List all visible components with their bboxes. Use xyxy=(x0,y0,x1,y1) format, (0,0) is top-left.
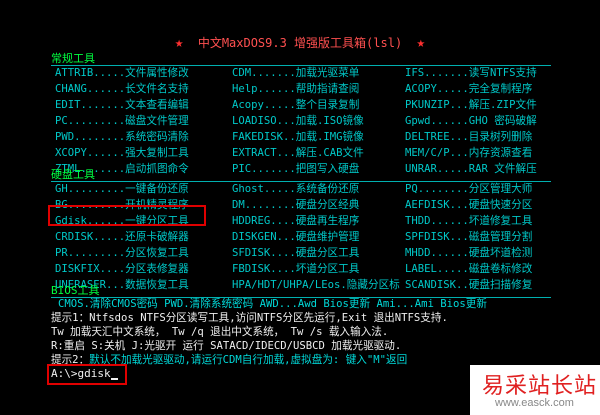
tool-entry: Acopy.....整个目录复制 xyxy=(232,99,360,111)
tool-entry: DISKFIX....分区表修复器 xyxy=(55,263,189,275)
tool-entry: ATTRIB.....文件属性修改 xyxy=(55,67,189,79)
tip2-text: 默认不加载光驱驱动,请运行CDM自行加载,虚拟盘为: 键入"M"返回 xyxy=(89,354,408,366)
star-icon: ★ xyxy=(416,35,426,51)
tool-entry: CDM.......加载光驱菜单 xyxy=(232,67,360,79)
tool-entry: PQ........分区管理大师 xyxy=(405,183,533,195)
window-title: ★ 中文MaxDOS9.3 增强版工具箱(lsl) ★ xyxy=(0,34,600,51)
tool-entry: SFDISK....硬盘分区工具 xyxy=(232,247,360,259)
tool-entry: CHANG......长文件名支持 xyxy=(55,83,189,95)
tip1-text: Ntfsdos NTFS分区读写工具,访问NTFS分区先运行,Exit 退出NT… xyxy=(89,312,448,324)
tool-entry: MHDD......硬盘坏道检测 xyxy=(405,247,533,259)
disk-tools-grid: GH.........一键备份还原 Ghost.....系统备份还原 PQ.....… xyxy=(55,181,545,293)
highlight-box-gdisk xyxy=(48,205,206,226)
tool-entry: HPA/HDT/UHPA/LEos.隐藏分区标 xyxy=(232,279,400,291)
tw-line: Tw 加载天汇中文系统， Tw /q 退出中文系统， Tw /s 载入输入法. xyxy=(51,326,389,338)
tool-entry: FBDISK....坏道分区工具 xyxy=(232,263,360,275)
tool-entry: PWD........系统密码清除 xyxy=(55,131,189,143)
tool-entry: GH.........一键备份还原 xyxy=(55,183,189,195)
tool-entry: EDIT.......文本查看编辑 xyxy=(55,99,189,111)
watermark-url: www.easck.com xyxy=(495,397,574,409)
tool-entry: HDDREG....硬盘再生程序 xyxy=(232,215,360,227)
tool-entry: MEM/C/P...内存资源查看 xyxy=(405,147,533,159)
tool-entry: LABEL.....磁盘卷标修改 xyxy=(405,263,533,275)
tool-entry: Gpwd......GHO 密码破解 xyxy=(405,115,537,127)
title-text: 中文MaxDOS9.3 增强版工具箱(lsl) xyxy=(197,36,403,50)
tool-entry: ACOPY.....完全复制程序 xyxy=(405,83,533,95)
section-label-bios: BIOS工具 xyxy=(51,284,100,297)
highlight-box-prompt xyxy=(47,364,127,385)
tool-entry: THDD......坏道修复工具 xyxy=(405,215,533,227)
tool-entry: LOADISO...加载.ISO镜像 xyxy=(232,115,364,127)
watermark-logo: 易采站长站 xyxy=(482,374,598,399)
general-tools-grid: ATTRIB.....文件属性修改 CDM.......加载光驱菜单 IFS....… xyxy=(55,65,545,177)
tool-entry: DISKGEN...硬盘维护管理 xyxy=(232,231,360,243)
section-label-general: 常规工具 xyxy=(51,52,95,65)
tool-entry: AEFDISK...硬盘快速分区 xyxy=(405,199,533,211)
star-icon: ★ xyxy=(174,35,184,51)
tip1-line: 提示1：Ntfsdos NTFS分区读写工具,访问NTFS分区先运行,Exit … xyxy=(51,311,448,326)
tool-entry: UNRAR.....RAR 文件解压 xyxy=(405,163,537,175)
tool-entry: Help......帮助指请查阅 xyxy=(232,83,360,95)
tool-entry: DELTREE...目录树列删除 xyxy=(405,131,533,143)
tool-entry: DM........硬盘分区经典 xyxy=(232,199,360,211)
tool-entry: SPFDISK...磁盘管理分割 xyxy=(405,231,533,243)
tool-entry: PIC.......把图写入硬盘 xyxy=(232,163,360,175)
tool-entry: EXTRACT...解压.CAB文件 xyxy=(232,147,364,159)
tool-entry: XCOPY......强大复制工具 xyxy=(55,147,189,159)
tool-entry: FAKEDISK..加载.IMG镜像 xyxy=(232,131,364,143)
tool-entry: Ghost.....系统备份还原 xyxy=(232,183,360,195)
tool-entry: PKUNZIP...解压.ZIP文件 xyxy=(405,99,537,111)
tool-entry: CRDISK.....还原卡破解器 xyxy=(55,231,189,243)
bios-tools-line: CMOS.清除CMOS密码 PWD.清除系统密码 AWD...Awd Bios更… xyxy=(58,298,487,310)
tip1-label: 提示1： xyxy=(51,312,90,324)
tool-entry: PR.........分区恢复工具 xyxy=(55,247,189,259)
section-label-disk: 硬盘工具 xyxy=(51,168,95,181)
tool-entry: PC.........磁盘文件管理 xyxy=(55,115,189,127)
tool-entry: SCANDISK..硬盘扫描修复 xyxy=(405,279,533,291)
keys-line: R:重启 S:关机 J:光驱开 运行 SATACD/IDECD/USBCD 加载… xyxy=(51,340,402,352)
tool-entry: IFS.......读写NTFS支持 xyxy=(405,67,537,79)
